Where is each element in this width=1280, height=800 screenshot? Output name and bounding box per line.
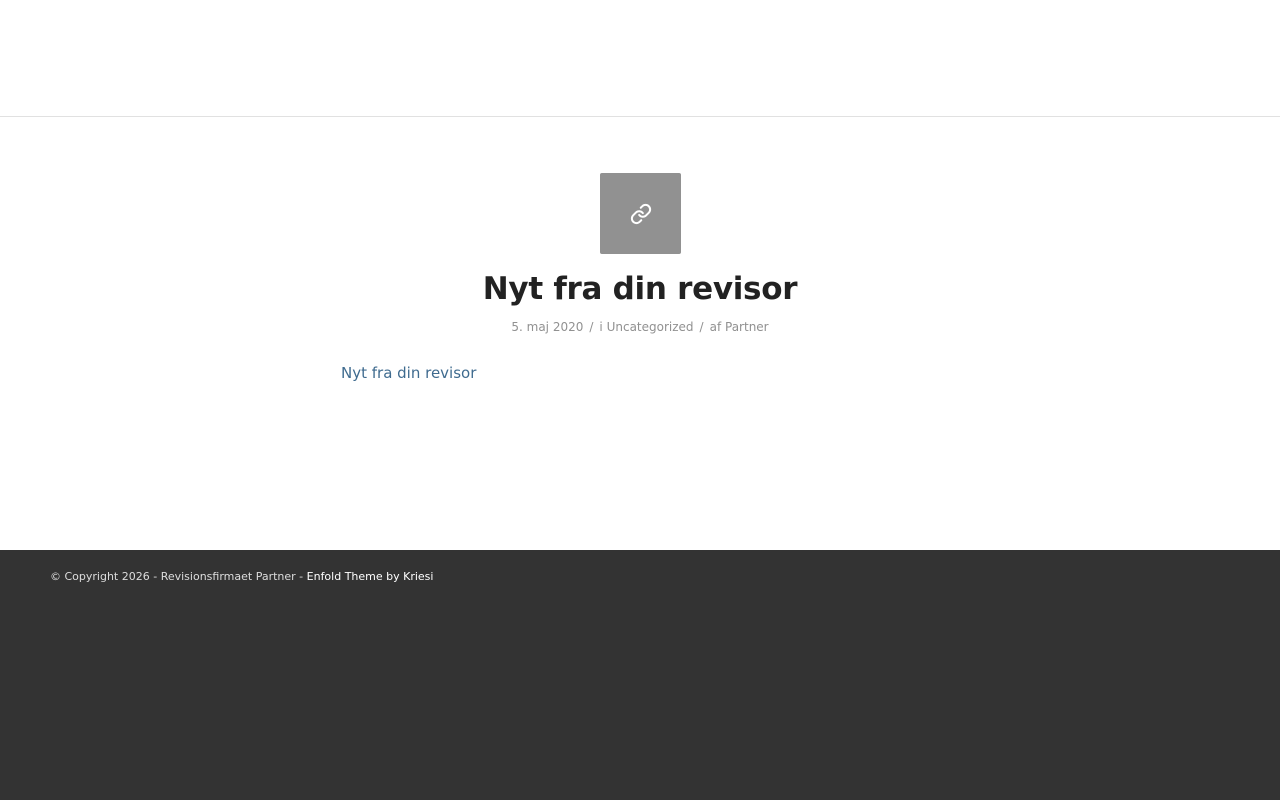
post-format-link-button[interactable] [600, 173, 681, 254]
post-title: Nyt fra din revisor [482, 271, 798, 307]
post-meta: 5. maj 2020 / i Uncategorized / af Partner [0, 318, 1280, 336]
theme-credit-link[interactable]: Enfold Theme by Kriesi [307, 570, 434, 583]
meta-separator: / [699, 320, 704, 334]
post-date-link[interactable]: 5. maj 2020 [511, 320, 583, 334]
copyright: © Copyright 2026 - Revisionsfirmaet Part… [50, 569, 433, 585]
meta-separator: / [589, 320, 594, 334]
category-prefix: i [599, 320, 603, 334]
main-content: Nyt fra din revisor 5. maj 2020 / i Uncate… [0, 117, 1280, 550]
site-footer: © Copyright 2026 - Revisionsfirmaet Part… [0, 550, 1280, 800]
post-category-link[interactable]: Uncategorized [607, 320, 694, 334]
author-prefix: af [709, 320, 722, 334]
site-header [0, 0, 1280, 117]
post-external-link[interactable]: Nyt fra din revisor [341, 362, 476, 384]
link-icon [630, 203, 652, 225]
copyright-text: © Copyright 2026 - Revisionsfirmaet Part… [50, 570, 304, 583]
post-author-link[interactable]: Partner [725, 320, 769, 334]
